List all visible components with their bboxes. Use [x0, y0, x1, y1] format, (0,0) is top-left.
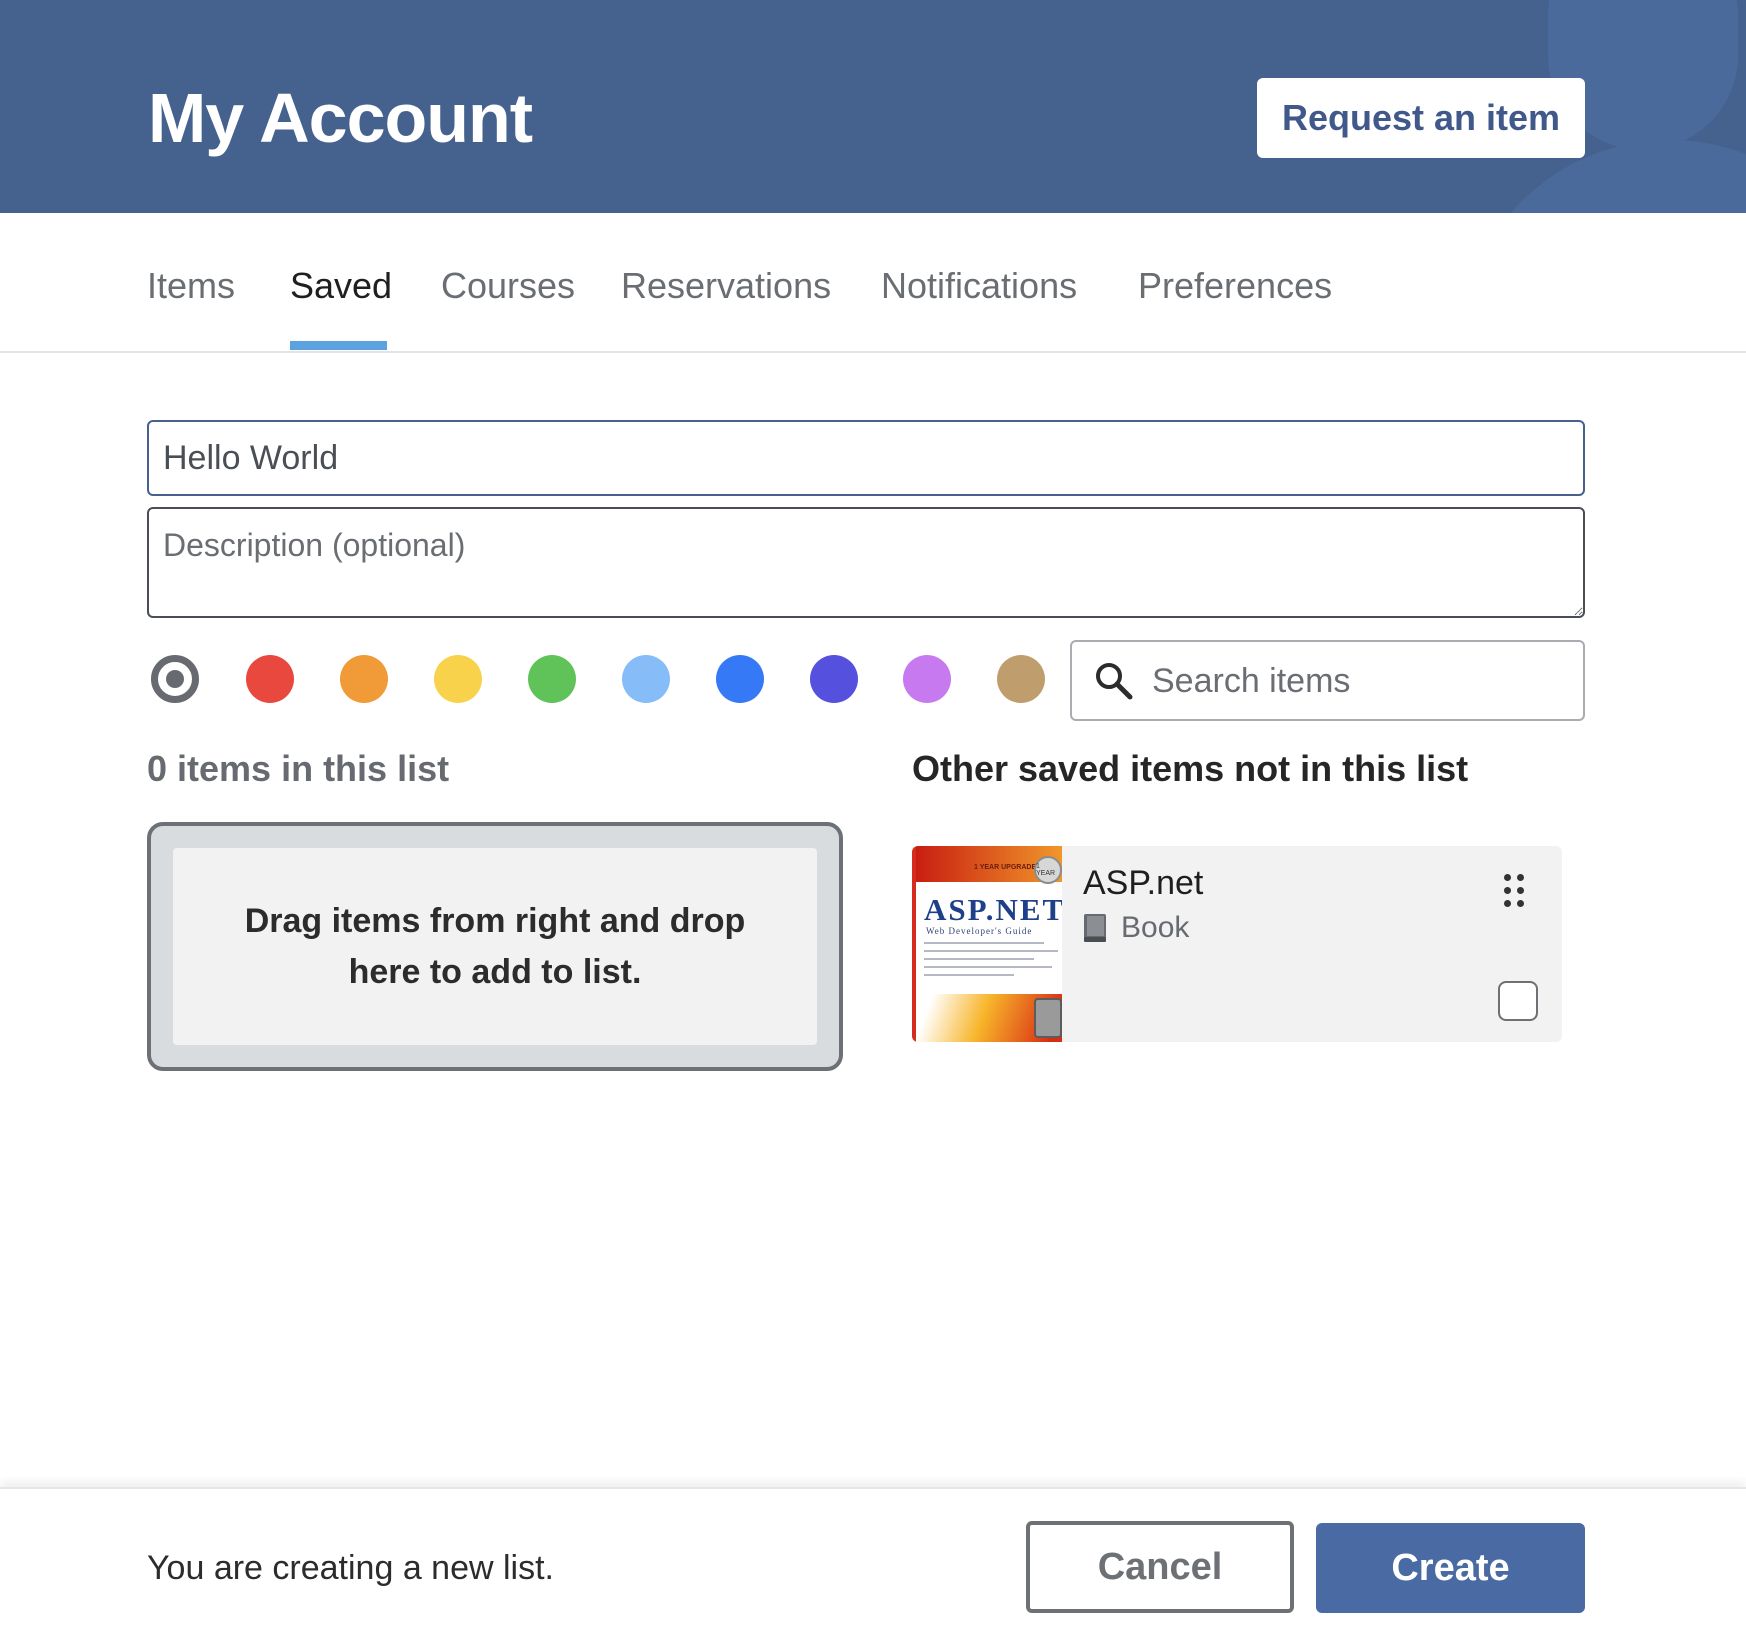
active-tab-indicator	[290, 341, 387, 350]
saved-item-type: Book	[1083, 908, 1189, 948]
create-button[interactable]: Create	[1316, 1523, 1585, 1613]
cd-icon	[1034, 998, 1062, 1038]
drop-zone-hint: Drag items from right and drop here to a…	[173, 848, 817, 1045]
list-title-input[interactable]	[147, 420, 1585, 496]
color-option-indigo[interactable]	[810, 655, 858, 703]
page-header: My Account Request an item	[0, 0, 1746, 213]
tab-reservations[interactable]: Reservations	[621, 265, 831, 307]
search-icon	[1096, 663, 1133, 700]
saved-item-checkbox[interactable]	[1498, 981, 1538, 1021]
search-items-input[interactable]	[1152, 656, 1572, 706]
cover-title: ASP.NET	[924, 892, 1062, 927]
account-tabs: Items Saved Courses Reservations Notific…	[0, 213, 1746, 353]
footer-bar: You are creating a new list. Cancel Crea…	[0, 1487, 1746, 1636]
tab-saved[interactable]: Saved	[290, 265, 392, 307]
list-description-input[interactable]	[147, 507, 1585, 618]
color-option-blue[interactable]	[716, 655, 764, 703]
page-title: My Account	[148, 79, 533, 157]
request-item-button[interactable]: Request an item	[1257, 78, 1585, 158]
tab-notifications[interactable]: Notifications	[881, 265, 1077, 307]
color-option-yellow[interactable]	[434, 655, 482, 703]
cover-banner: 1 YEAR UPGRADE	[974, 864, 1037, 871]
footer-status-message: You are creating a new list.	[147, 1549, 554, 1587]
tab-items[interactable]: Items	[147, 265, 235, 307]
search-items-box[interactable]	[1070, 640, 1585, 721]
color-option-none[interactable]	[151, 655, 199, 703]
list-drop-zone[interactable]: Drag items from right and drop here to a…	[147, 822, 843, 1071]
color-option-green[interactable]	[528, 655, 576, 703]
other-items-heading: Other saved items not in this list	[912, 748, 1469, 789]
cancel-button[interactable]: Cancel	[1026, 1521, 1294, 1613]
color-option-violet[interactable]	[903, 655, 951, 703]
saved-item-type-label: Book	[1121, 911, 1190, 944]
saved-item-card[interactable]: 1 YEAR UPGRADE 1 YEAR ASP.NET Web Develo…	[912, 846, 1562, 1042]
drag-handle-icon[interactable]	[1504, 874, 1526, 908]
tab-preferences[interactable]: Preferences	[1138, 265, 1332, 307]
tab-courses[interactable]: Courses	[441, 265, 575, 307]
color-option-light-blue[interactable]	[622, 655, 670, 703]
book-cover-image: 1 YEAR UPGRADE 1 YEAR ASP.NET Web Develo…	[912, 846, 1062, 1042]
saved-item-title[interactable]: ASP.net	[1083, 864, 1203, 903]
book-icon	[1084, 914, 1106, 942]
color-option-orange[interactable]	[340, 655, 388, 703]
cover-subtitle: Web Developer's Guide	[926, 926, 1033, 936]
cover-seal: 1 YEAR	[1034, 856, 1062, 884]
color-option-red[interactable]	[246, 655, 294, 703]
color-option-tan[interactable]	[997, 655, 1045, 703]
list-item-count: 0 items in this list	[147, 748, 450, 789]
